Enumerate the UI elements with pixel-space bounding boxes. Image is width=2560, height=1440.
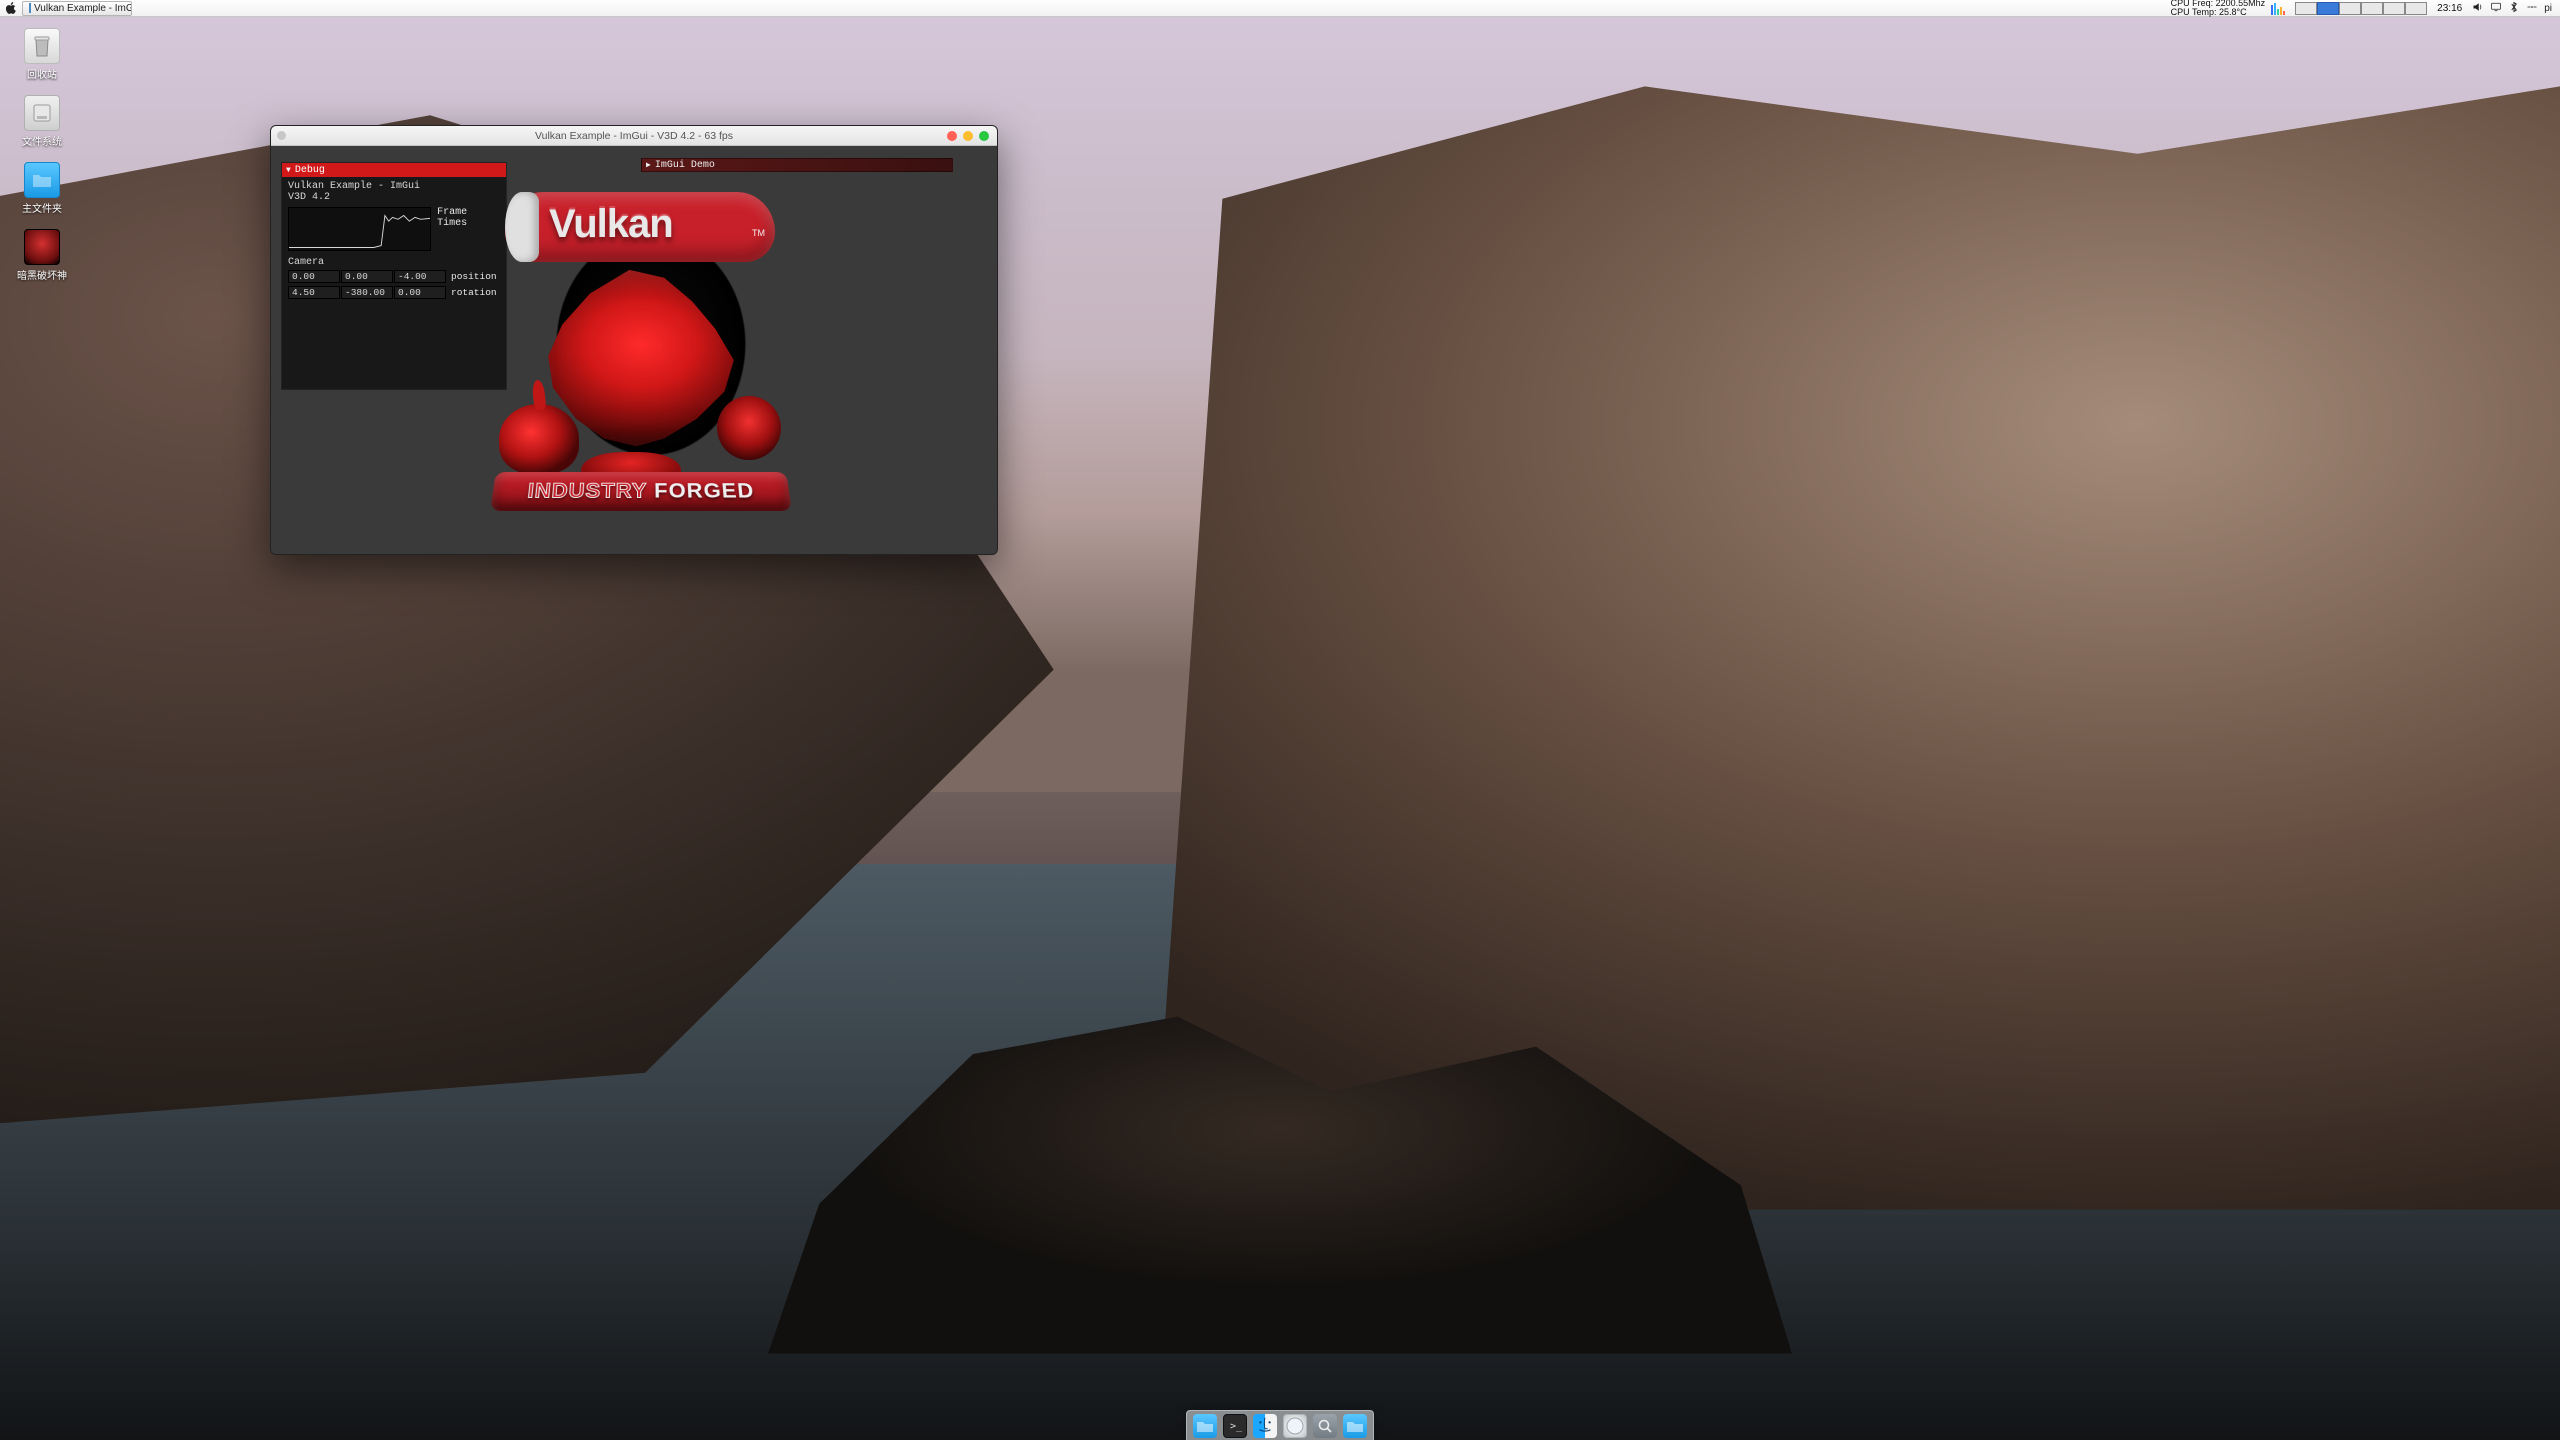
rotation-y-input[interactable]: -380.00 [341, 286, 393, 299]
workspace-6[interactable] [2405, 2, 2427, 15]
window-titlebar[interactable]: Vulkan Example - ImGui - V3D 4.2 - 63 fp… [271, 126, 997, 146]
workspace-4[interactable] [2361, 2, 2383, 15]
dock-terminal-icon[interactable]: >_ [1223, 1414, 1247, 1438]
imgui-debug-titlebar[interactable]: ▼ Debug [282, 163, 506, 177]
dock-files-icon[interactable] [1193, 1414, 1217, 1438]
imgui-app-line2: V3D 4.2 [288, 192, 500, 203]
drive-icon [24, 95, 60, 131]
tagline-b: FORGED [654, 479, 756, 502]
desktop-icon-label: 暗黑破坏神 [17, 267, 67, 282]
position-x-input[interactable]: 0.00 [288, 270, 340, 283]
expand-icon[interactable]: ▶ [646, 160, 651, 170]
minimize-icon[interactable] [963, 131, 973, 141]
imgui-app-line1: Vulkan Example - ImGui [288, 181, 500, 192]
camera-rotation-row: 4.50 -380.00 0.00 rotation [288, 286, 500, 300]
imgui-debug-title: Debug [295, 165, 325, 176]
imgui-demo-title: ImGui Demo [655, 160, 715, 171]
dock-finder-icon[interactable] [1253, 1414, 1277, 1438]
game-icon [24, 229, 60, 265]
vulkan-logo-scene: Vulkan TM INDUSTRY FORGED [481, 186, 801, 526]
desktop-icon-label: 文件系统 [22, 133, 62, 148]
window-icon [29, 3, 31, 13]
system-tray: pi [2468, 1, 2556, 16]
vulkan-wordmark: Vulkan [549, 202, 673, 247]
imgui-demo-header[interactable]: ▶ ImGui Demo [641, 158, 953, 172]
apple-menu-icon[interactable] [4, 1, 18, 15]
rotation-z-input[interactable]: 0.00 [394, 286, 446, 299]
clock: 23:16 [2433, 3, 2466, 14]
svg-text:>_: >_ [1230, 1421, 1243, 1432]
imgui-debug-panel[interactable]: ▼ Debug Vulkan Example - ImGui V3D 4.2 F… [281, 162, 507, 390]
bluetooth-icon[interactable] [2508, 1, 2520, 16]
workspace-5[interactable] [2383, 2, 2405, 15]
vulkan-banner: Vulkan TM [505, 192, 775, 262]
frame-times-graph [288, 207, 431, 251]
taskbar-button-vulkan[interactable]: Vulkan Example - ImGui - V··· [22, 1, 132, 16]
close-icon[interactable] [947, 131, 957, 141]
cpu-temp: CPU Temp: 25.8°C [2171, 8, 2266, 17]
window-title: Vulkan Example - ImGui - V3D 4.2 - 63 fp… [535, 130, 733, 142]
cpu-info: CPU Freq: 2200.55Mhz CPU Temp: 25.8°C [2171, 0, 2266, 17]
trash-icon [24, 28, 60, 64]
camera-label: Camera [288, 257, 500, 268]
workspace-1[interactable] [2295, 2, 2317, 15]
taskbar-label: Vulkan Example - ImGui - V··· [34, 3, 132, 14]
desktop-icon-label: 主文件夹 [22, 200, 62, 215]
cpu-bars-icon [2271, 2, 2285, 15]
tagline-band: INDUSTRY FORGED [490, 472, 792, 511]
workspace-3[interactable] [2339, 2, 2361, 15]
top-panel: Vulkan Example - ImGui - V··· CPU Freq: … [0, 0, 2560, 17]
network-icon[interactable] [2526, 1, 2538, 16]
volume-icon[interactable] [2472, 1, 2484, 16]
display-icon[interactable] [2490, 1, 2502, 16]
dock-folder-icon[interactable] [1343, 1414, 1367, 1438]
rotation-x-input[interactable]: 4.50 [288, 286, 340, 299]
dock-safari-icon[interactable] [1283, 1414, 1307, 1438]
dock-search-icon[interactable] [1313, 1414, 1337, 1438]
collapse-icon[interactable]: ▼ [286, 166, 291, 175]
gl-viewport[interactable]: ▼ Debug Vulkan Example - ImGui V3D 4.2 F… [271, 146, 997, 554]
workspace-2[interactable] [2317, 2, 2339, 15]
tagline-a: INDUSTRY [526, 479, 647, 502]
bunny-model-right [717, 396, 781, 460]
user-label[interactable]: pi [2544, 3, 2552, 14]
trademark-label: TM [752, 228, 765, 238]
desktop-icon-filesystem[interactable]: 文件系统 [14, 95, 70, 148]
bunny-model-left [499, 404, 579, 474]
dock: >_ [1186, 1410, 1374, 1440]
desktop-icon-diablo[interactable]: 暗黑破坏神 [14, 229, 70, 282]
position-y-input[interactable]: 0.00 [341, 270, 393, 283]
desktop-icon-trash[interactable]: 回收站 [14, 28, 70, 81]
desktop-icon-home[interactable]: 主文件夹 [14, 162, 70, 215]
desktop-icons: 回收站 文件系统 主文件夹 暗黑破坏神 [14, 28, 70, 282]
workspace-pager[interactable] [2295, 2, 2427, 15]
camera-position-row: 0.00 0.00 -4.00 position [288, 270, 500, 284]
app-window-vulkan[interactable]: Vulkan Example - ImGui - V3D 4.2 - 63 fp… [270, 125, 998, 555]
desktop-icon-label: 回收站 [27, 66, 57, 81]
position-z-input[interactable]: -4.00 [394, 270, 446, 283]
titlebar-left-dot [277, 131, 286, 140]
maximize-icon[interactable] [979, 131, 989, 141]
folder-icon [24, 162, 60, 198]
